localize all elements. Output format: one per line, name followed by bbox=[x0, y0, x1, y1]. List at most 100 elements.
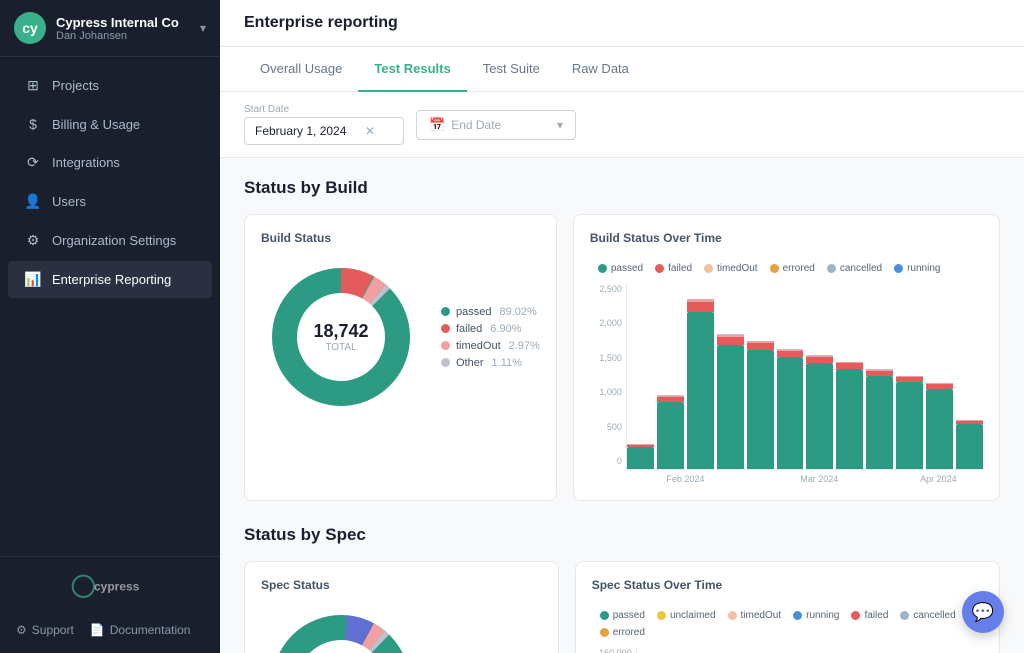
x-labels-build: Feb 2024 Mar 2024 Apr 2024 bbox=[626, 474, 983, 484]
legend-timedout: timedOut 2.97% bbox=[441, 340, 540, 352]
spec-charts-row: Spec Status 1,362,432 bbox=[244, 561, 1000, 653]
sidebar-header-text: Cypress Internal Co Dan Johansen bbox=[56, 15, 190, 42]
support-icon: ⚙ bbox=[16, 623, 27, 637]
company-name: Cypress Internal Co bbox=[56, 15, 190, 30]
sidebar-item-label: Organization Settings bbox=[52, 233, 176, 248]
bar-seg-passed bbox=[777, 357, 804, 469]
bar-chart-inner: Feb 2024 Mar 2024 Apr 2024 bbox=[626, 284, 983, 484]
sidebar-item-enterprise[interactable]: 📊 Enterprise Reporting bbox=[8, 261, 212, 298]
footer-links: ⚙ Support 📄 Documentation bbox=[16, 623, 204, 637]
settings-icon: ⚙ bbox=[24, 232, 42, 249]
legend-failed-bar: failed bbox=[655, 263, 692, 274]
sidebar-item-billing[interactable]: $ Billing & Usage bbox=[8, 106, 212, 142]
spec-legend-cancelled-bar: cancelled bbox=[900, 610, 955, 621]
filters-row: Start Date February 1, 2024 ✕ 📅 End Date… bbox=[220, 92, 1024, 158]
support-link[interactable]: ⚙ Support bbox=[16, 623, 74, 637]
bar-seg-passed bbox=[896, 382, 923, 469]
build-donut-center: 18,742 TOTAL bbox=[313, 321, 368, 353]
spec-donut-container: 1,362,432 TOTAL passed 90.33% bbox=[261, 604, 542, 653]
bar-col bbox=[724, 648, 750, 653]
main-content: Status by Build Build Status bbox=[220, 158, 1024, 653]
bar-col bbox=[956, 284, 983, 469]
bar-col bbox=[717, 284, 744, 469]
projects-icon: ⊞ bbox=[24, 77, 42, 94]
spec-donut-chart: 1,362,432 TOTAL bbox=[261, 604, 421, 653]
bar-seg-passed bbox=[956, 424, 983, 469]
page-title: Enterprise reporting bbox=[220, 0, 1024, 47]
legend-passed: passed 89.02% bbox=[441, 306, 540, 318]
sidebar-item-label: Users bbox=[52, 194, 86, 209]
legend-cancelled-bar: cancelled bbox=[827, 263, 882, 274]
bar-col bbox=[695, 648, 721, 653]
bar-col bbox=[928, 648, 954, 653]
start-date-label: Start Date bbox=[244, 104, 404, 115]
spec-donut-card: Spec Status 1,362,432 bbox=[244, 561, 559, 653]
spec-legend-failed-bar: failed bbox=[851, 610, 888, 621]
cypress-logo: cypress bbox=[70, 573, 150, 605]
sidebar-header[interactable]: cy Cypress Internal Co Dan Johansen ▾ bbox=[0, 0, 220, 57]
timedout-dot bbox=[441, 341, 450, 350]
sidebar-footer: cypress ⚙ Support 📄 Documentation bbox=[0, 556, 220, 653]
bar-col bbox=[666, 648, 692, 653]
chat-bubble[interactable]: 💬 bbox=[962, 591, 1004, 633]
tab-test-results[interactable]: Test Results bbox=[358, 47, 466, 92]
bar-col bbox=[866, 284, 893, 469]
passed-dot bbox=[441, 307, 450, 316]
docs-link[interactable]: 📄 Documentation bbox=[90, 623, 191, 637]
spec-bar-card: Spec Status Over Time passed unclaimed t… bbox=[575, 561, 1000, 653]
bar-seg-passed bbox=[747, 350, 774, 469]
build-total: 18,742 bbox=[313, 321, 368, 342]
tab-test-suite[interactable]: Test Suite bbox=[467, 47, 556, 92]
bar-col bbox=[836, 284, 863, 469]
sidebar-nav: ⊞ Projects $ Billing & Usage ⟳ Integrati… bbox=[0, 57, 220, 556]
spec-bar-chart-inner: Feb 2024 Mar 2024 Apr 2024 bbox=[636, 648, 983, 653]
build-donut-card: Build Status bbox=[244, 214, 557, 501]
build-charts-row: Build Status bbox=[244, 214, 1000, 501]
bar-col bbox=[926, 284, 953, 469]
build-total-label: TOTAL bbox=[313, 342, 368, 353]
legend-other: Other 1.11% bbox=[441, 357, 540, 369]
bar-col bbox=[753, 648, 779, 653]
sidebar-item-integrations[interactable]: ⟳ Integrations bbox=[8, 144, 212, 181]
start-date-input[interactable]: February 1, 2024 ✕ bbox=[244, 117, 404, 145]
enterprise-icon: 📊 bbox=[24, 271, 42, 288]
spec-legend-passed-bar: passed bbox=[600, 610, 645, 621]
svg-text:cypress: cypress bbox=[94, 580, 140, 594]
legend-failed: failed 6.90% bbox=[441, 323, 540, 335]
main-panel: Enterprise reporting Overall Usage Test … bbox=[220, 0, 1024, 653]
sidebar-item-projects[interactable]: ⊞ Projects bbox=[8, 67, 212, 104]
sidebar-item-org-settings[interactable]: ⚙ Organization Settings bbox=[8, 222, 212, 259]
end-date-input[interactable]: 📅 End Date ▾ bbox=[416, 110, 576, 140]
chevron-down-icon: ▾ bbox=[557, 118, 563, 132]
bar-col bbox=[811, 648, 837, 653]
bar-seg-passed bbox=[627, 447, 654, 469]
spec-donut-title: Spec Status bbox=[261, 578, 542, 592]
docs-icon: 📄 bbox=[90, 623, 105, 637]
support-label: Support bbox=[32, 623, 74, 637]
build-donut-chart: 18,742 TOTAL bbox=[261, 257, 421, 417]
sidebar-item-users[interactable]: 👤 Users bbox=[8, 183, 212, 220]
build-donut-title: Build Status bbox=[261, 231, 540, 245]
bar-col bbox=[747, 284, 774, 469]
build-legend: passed 89.02% failed 6.90% timedOut bbox=[441, 306, 540, 369]
y-axis: 05001,0001,5002,0002,500 bbox=[590, 284, 626, 484]
bar-col bbox=[806, 284, 833, 469]
chevron-down-icon[interactable]: ▾ bbox=[200, 21, 206, 35]
sidebar-item-label: Projects bbox=[52, 78, 99, 93]
other-dot bbox=[441, 358, 450, 367]
bar-col bbox=[657, 284, 684, 469]
clear-date-icon[interactable]: ✕ bbox=[365, 124, 375, 138]
bar-col bbox=[957, 648, 983, 653]
build-bar-card: Build Status Over Time passed failed tim… bbox=[573, 214, 1000, 501]
tab-overall-usage[interactable]: Overall Usage bbox=[244, 47, 358, 92]
tab-raw-data[interactable]: Raw Data bbox=[556, 47, 645, 92]
end-date-placeholder: End Date bbox=[451, 118, 501, 132]
bars-area bbox=[626, 284, 983, 470]
bar-seg-failed bbox=[717, 337, 744, 345]
bar-seg-passed bbox=[866, 376, 893, 469]
spec-legend-running-bar: running bbox=[793, 610, 839, 621]
content-area: Status by Build Build Status bbox=[220, 158, 1024, 653]
bar-seg-passed bbox=[657, 402, 684, 469]
sidebar: cy Cypress Internal Co Dan Johansen ▾ ⊞ … bbox=[0, 0, 220, 653]
build-donut-container: 18,742 TOTAL passed 89.02% bbox=[261, 257, 540, 417]
